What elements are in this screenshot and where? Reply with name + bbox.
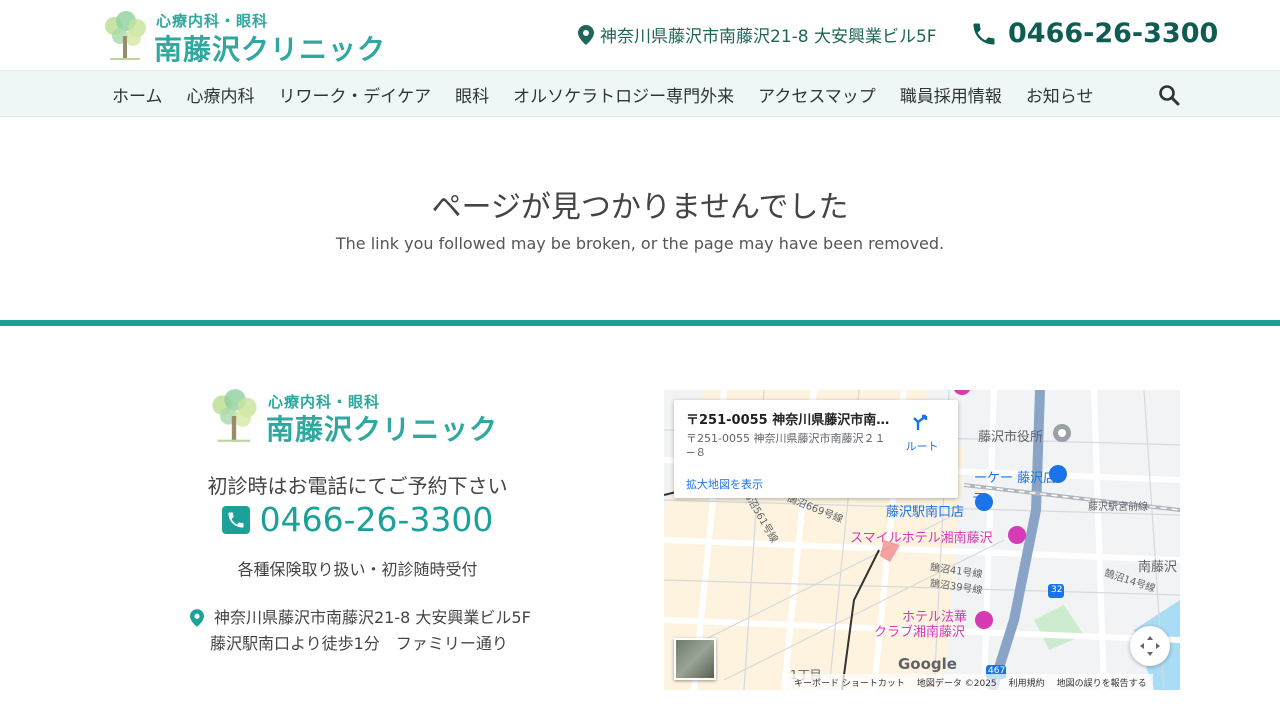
nav-item-ophthalmology[interactable]: 眼科 bbox=[443, 82, 501, 107]
terms-link[interactable]: 利用規約 bbox=[1003, 676, 1051, 689]
header-phone[interactable]: 0466-26-3300 bbox=[970, 18, 1218, 49]
header-address-text: 神奈川県藤沢市南藤沢21-8 大安興業ビル5F bbox=[600, 27, 937, 47]
satellite-toggle[interactable] bbox=[674, 638, 716, 680]
tree-logo-icon bbox=[105, 11, 146, 60]
search-icon[interactable] bbox=[1158, 84, 1180, 106]
map-card-title: 〒251-0055 神奈川県藤沢市南… bbox=[686, 413, 890, 428]
fullscreen-icon bbox=[1140, 636, 1160, 656]
map-label-street-miyamae: 藤沢駅宮前線 bbox=[1088, 502, 1148, 513]
nav-item-orthokeratology[interactable]: オルソケラトロジー専門外来 bbox=[501, 82, 746, 107]
site-header: 心療内科・眼科 南藤沢クリニック 神奈川県藤沢市南藤沢21-8 大安興業ビル5F… bbox=[0, 0, 1280, 70]
nav-item-home[interactable]: ホーム bbox=[100, 82, 175, 107]
page-title: ページが見つかりませんでした bbox=[431, 190, 849, 225]
page-subtitle: The link you followed may be broken, or … bbox=[335, 234, 945, 253]
map-label-hotel-top2: 藤沢駅南口店 bbox=[886, 505, 965, 520]
logo-title: 南藤沢クリニック bbox=[154, 33, 387, 66]
footer-phone[interactable]: 0466-26-3300 bbox=[120, 500, 595, 539]
footer-address-line2: 藤沢駅南口より徒歩1分 ファミリー通り bbox=[210, 634, 508, 653]
google-map[interactable]: 藤沢市役所 ーケー 藤沢店 テ 藤沢駅南口店 スマイルホテル湘南藤沢 ホテル法華… bbox=[664, 390, 1180, 690]
map-label-city-hall: 藤沢市役所 bbox=[978, 430, 1044, 445]
report-error-link[interactable]: 地図の誤りを報告する bbox=[1051, 676, 1153, 689]
phone-icon bbox=[221, 505, 250, 534]
main-nav: ホーム 心療内科 リワーク・デイケア 眼科 オルソケラトロジー専門外来 アクセス… bbox=[0, 70, 1280, 117]
footer-address: 神奈川県藤沢市南藤沢21-8 大安興業ビル5F 藤沢駅南口より徒歩1分 ファミリ… bbox=[190, 605, 550, 657]
map-info-card: 〒251-0055 神奈川県藤沢市南… 〒251-0055 神奈川県藤沢市南藤沢… bbox=[674, 400, 958, 498]
reservation-note: 初診時はお電話にてご予約下さい bbox=[207, 474, 508, 498]
fullscreen-button[interactable] bbox=[1130, 626, 1170, 666]
nav-item-access-map[interactable]: アクセスマップ bbox=[746, 82, 888, 107]
tree-logo-icon bbox=[212, 389, 257, 442]
map-label-hotel-hokke2: クラブ湘南藤沢 bbox=[874, 625, 966, 640]
map-label-route-32: 32 bbox=[1051, 585, 1063, 595]
route-label: ルート bbox=[905, 440, 939, 453]
nav-item-psychosomatic[interactable]: 心療内科 bbox=[175, 82, 267, 107]
footer-divider bbox=[0, 320, 1280, 326]
nav-item-news[interactable]: お知らせ bbox=[1014, 82, 1106, 107]
location-pin-icon bbox=[578, 24, 594, 45]
map-card-address: 〒251-0055 神奈川県藤沢市南藤沢２１−８ bbox=[686, 432, 886, 459]
map-footer-bar: キーボード ショートカット 地図データ ©2025 利用規約 地図の誤りを報告す… bbox=[788, 674, 1153, 690]
route-button[interactable]: ルート bbox=[900, 412, 944, 454]
nav-item-recruit[interactable]: 職員採用情報 bbox=[888, 82, 1014, 107]
map-label-hotel-top1: テ bbox=[972, 492, 986, 507]
location-pin-icon bbox=[190, 609, 204, 627]
insurance-note: 各種保険取り扱い・初診随時受付 bbox=[237, 560, 478, 579]
footer-address-line1: 神奈川県藤沢市南藤沢21-8 大安興業ビル5F bbox=[214, 608, 531, 627]
site-logo[interactable]: 心療内科・眼科 南藤沢クリニック bbox=[100, 8, 390, 66]
enlarge-map-link[interactable]: 拡大地図を表示 bbox=[686, 476, 763, 492]
phone-icon bbox=[973, 23, 995, 44]
route-icon bbox=[913, 414, 928, 430]
map-label-smile-hotel: スマイルホテル湘南藤沢 bbox=[850, 531, 993, 546]
footer-logo[interactable]: 心療内科・眼科 南藤沢クリニック bbox=[206, 388, 516, 446]
map-data-credit: 地図データ ©2025 bbox=[916, 678, 997, 689]
map-label-area-minami: 南藤沢 bbox=[1138, 560, 1178, 575]
google-logo: Google bbox=[898, 655, 957, 673]
header-address: 神奈川県藤沢市南藤沢21-8 大安興業ビル5F bbox=[578, 22, 937, 47]
footer-logo-title: 南藤沢クリニック bbox=[266, 413, 499, 446]
keyboard-shortcuts-link[interactable]: キーボード ショートカット bbox=[788, 676, 911, 689]
footer-phone-number: 0466-26-3300 bbox=[259, 500, 494, 539]
header-phone-number: 0466-26-3300 bbox=[1008, 18, 1219, 49]
map-label-shop: ーケー 藤沢店 bbox=[974, 471, 1057, 486]
nav-item-rework[interactable]: リワーク・デイケア bbox=[267, 82, 444, 107]
